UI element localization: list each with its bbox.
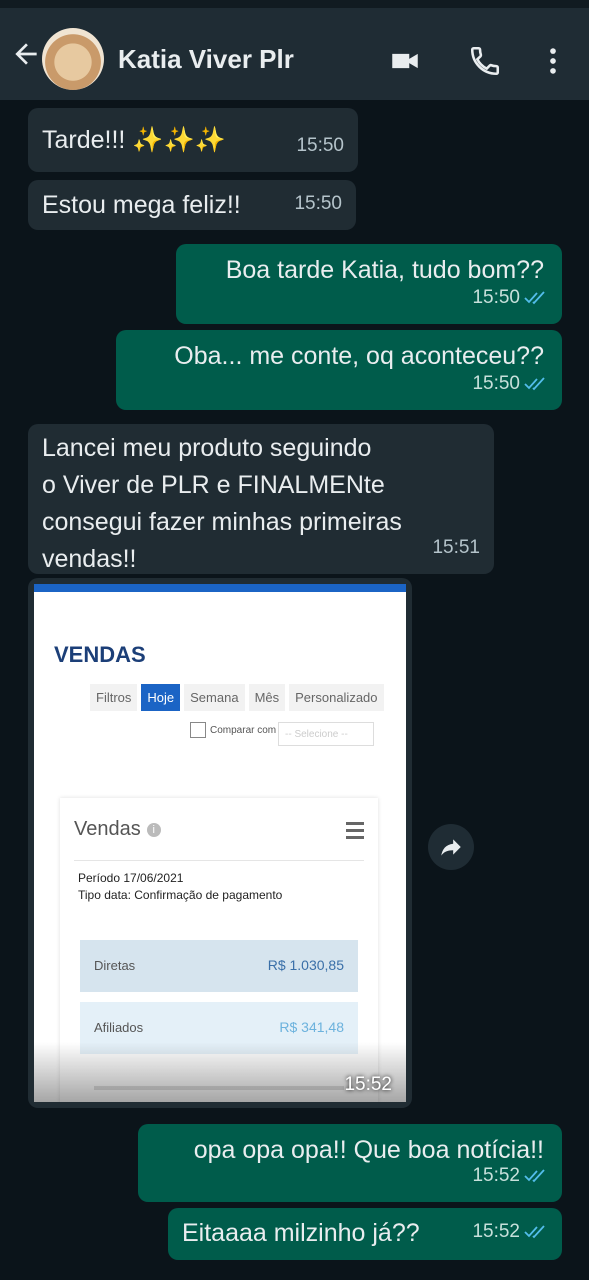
image-message[interactable]: VENDAS Filtros Hoje Semana Mês Personali… — [28, 578, 412, 1108]
row-label: Afiliados — [94, 1020, 144, 1035]
video-call-icon[interactable] — [388, 44, 422, 78]
filter-week: Semana — [184, 684, 245, 711]
phone-icon[interactable] — [468, 44, 502, 78]
message-time: 15:51 — [432, 537, 480, 558]
message-time: 15:50 — [472, 373, 520, 394]
read-receipt-icon — [524, 1224, 545, 1238]
message-time: 15:52 — [472, 1165, 520, 1186]
back-arrow-icon[interactable] — [10, 38, 42, 70]
info-icon: i — [146, 822, 161, 837]
message-bubble[interactable]: Eitaaaa milzinho já?? 15:52 — [168, 1208, 562, 1260]
more-options-icon[interactable] — [536, 44, 570, 78]
row-value: R$ 341,48 — [279, 1019, 344, 1035]
screenshot-title: VENDAS — [54, 642, 146, 667]
filter-month: Mês — [248, 684, 286, 711]
forward-icon — [441, 839, 461, 856]
hamburger-menu-icon — [346, 822, 364, 843]
contact-name[interactable]: Katia Viver Plr — [118, 44, 294, 75]
row-value: R$ 1.030,85 — [267, 957, 344, 973]
message-bubble[interactable]: opa opa opa!! Que boa notícia!! 15:52 — [138, 1124, 562, 1202]
read-receipt-icon — [524, 376, 545, 390]
filter-custom: Personalizado — [289, 684, 384, 711]
read-receipt-icon — [524, 1168, 545, 1182]
checkbox-icon — [190, 722, 206, 738]
message-time: 15:52 — [344, 1074, 392, 1095]
compare-select: -- Selecione -- — [278, 722, 374, 746]
message-text: Lancei meu produto seguindo o Viver de P… — [42, 434, 402, 573]
compare-checkbox: Comparar com — [190, 722, 276, 738]
filter-bar: Filtros Hoje Semana Mês Personalizado — [90, 684, 384, 711]
sales-row-direct: Diretas R$ 1.030,85 — [80, 940, 358, 992]
panel-title: Vendas i — [74, 818, 161, 841]
message-time: 15:50 — [294, 193, 342, 214]
period-info: Período 17/06/2021 Tipo data: Confirmação… — [78, 870, 282, 904]
message-time: 15:50 — [472, 287, 520, 308]
row-label: Diretas — [94, 958, 136, 973]
message-text: Eitaaaa milzinho já?? — [182, 1219, 420, 1247]
filter-today: Hoje — [141, 684, 181, 711]
chat-header: Katia Viver Plr — [0, 0, 589, 100]
panel-title-text: Vendas — [74, 818, 141, 840]
period-text: Período 17/06/2021 — [78, 871, 184, 885]
divider — [74, 860, 364, 861]
message-time: 15:52 — [472, 1221, 520, 1242]
message-bubble[interactable]: Estou mega feliz!! 15:50 — [28, 180, 356, 230]
message-time: 15:50 — [296, 135, 344, 156]
sales-screenshot[interactable]: VENDAS Filtros Hoje Semana Mês Personali… — [34, 584, 406, 1102]
filter-label: Filtros — [90, 684, 138, 711]
chat-area[interactable]: Tarde!!! ✨✨✨ 15:50 Estou mega feliz!! 15… — [0, 100, 589, 1280]
compare-label: Comparar com — [210, 724, 277, 736]
message-bubble[interactable]: Oba... me conte, oq aconteceu?? 15:50 — [116, 330, 562, 410]
date-type-text: Tipo data: Confirmação de pagamento — [78, 888, 283, 902]
message-bubble[interactable]: Boa tarde Katia, tudo bom?? 15:50 — [176, 244, 562, 324]
message-bubble[interactable]: Lancei meu produto seguindo o Viver de P… — [28, 424, 494, 574]
message-bubble[interactable]: Tarde!!! ✨✨✨ 15:50 — [28, 108, 358, 172]
forward-button[interactable] — [428, 824, 474, 870]
read-receipt-icon — [524, 290, 545, 304]
contact-avatar[interactable] — [42, 28, 104, 90]
